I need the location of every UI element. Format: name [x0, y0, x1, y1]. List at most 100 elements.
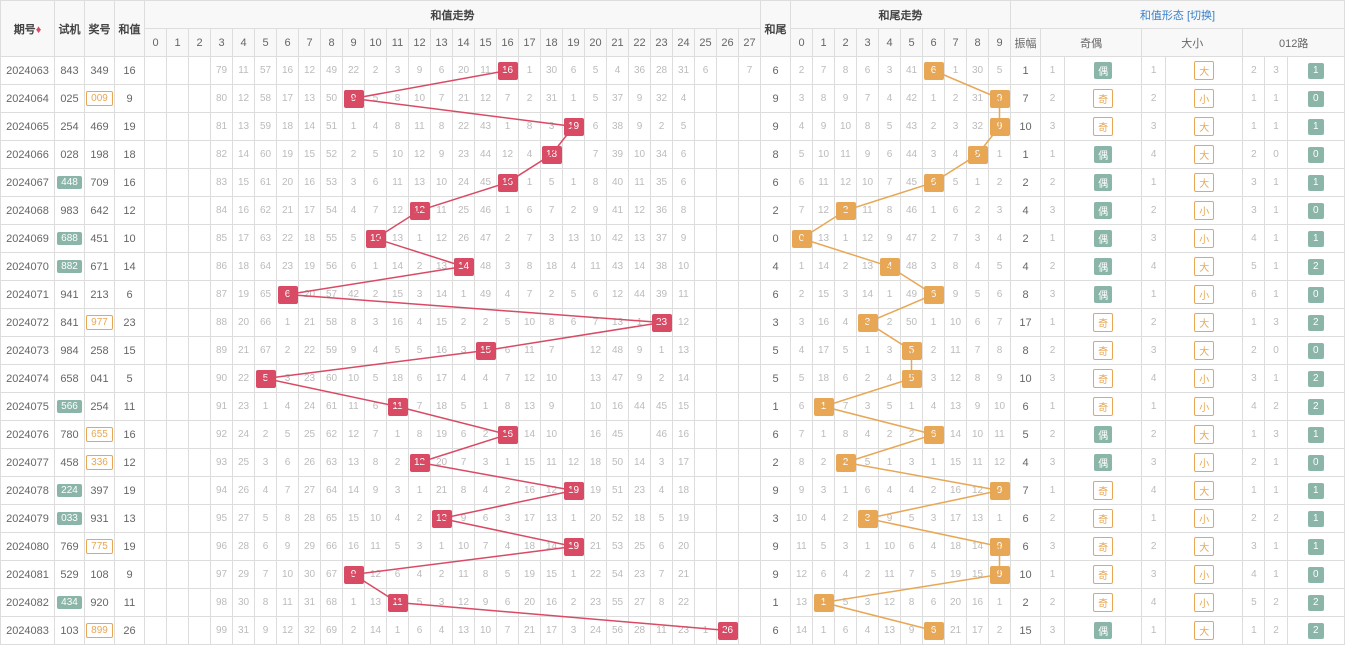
sum-cell: 6 — [365, 169, 387, 197]
cell-size-n: 3 — [1142, 337, 1166, 365]
table-row: 2024077458336129325362663138212207311511… — [1, 449, 1345, 477]
sum-cell: 83 — [211, 169, 233, 197]
sum-cell — [145, 169, 167, 197]
cell-size: 小 — [1166, 393, 1243, 421]
sum-cell: 6 — [277, 281, 299, 309]
tail-cell: 1 — [835, 225, 857, 253]
tail-cell: 3 — [923, 253, 945, 281]
sum-cell — [739, 477, 761, 505]
tail-cell: 4 — [945, 141, 967, 169]
cell-size-n: 4 — [1142, 365, 1166, 393]
sum-col-2: 2 — [189, 29, 211, 57]
sum-cell: 12 — [299, 57, 321, 85]
cell-period: 2024079 — [1, 505, 55, 533]
sum-cell: 43 — [607, 253, 629, 281]
cell-par-n: 2 — [1041, 505, 1065, 533]
sum-cell: 51 — [607, 477, 629, 505]
tail-cell: 45 — [901, 169, 923, 197]
cell-amp: 1 — [1011, 141, 1041, 169]
tail-cell: 1 — [791, 253, 813, 281]
sum-marker: 16 — [498, 62, 518, 80]
cell-size: 小 — [1166, 197, 1243, 225]
sum-cell: 7 — [497, 617, 519, 645]
sum-cell: 42 — [607, 225, 629, 253]
tail-cell: 9 — [989, 365, 1011, 393]
sum-cell: 6 — [453, 421, 475, 449]
h-period[interactable]: 期号♦ — [1, 1, 55, 57]
tail-cell: 6 — [923, 169, 945, 197]
cell-road: 0 — [1287, 449, 1344, 477]
cell-tail: 9 — [761, 113, 791, 141]
cell-par-n: 2 — [1041, 421, 1065, 449]
cell-tail: 1 — [761, 589, 791, 617]
sum-cell: 47 — [475, 225, 497, 253]
sum-cell: 5 — [563, 281, 585, 309]
sum-cell: 2 — [409, 253, 431, 281]
sum-cell: 6 — [387, 561, 409, 589]
cell-test: 780 — [55, 421, 85, 449]
parity-badge: 奇 — [1093, 117, 1113, 136]
sum-cell: 10 — [585, 393, 607, 421]
sum-cell — [695, 253, 717, 281]
tail-cell: 46 — [901, 197, 923, 225]
cell-par: 奇 — [1065, 477, 1142, 505]
tail-cell: 16 — [813, 309, 835, 337]
sum-cell — [695, 197, 717, 225]
sum-cell — [629, 421, 651, 449]
tail-cell: 3 — [901, 449, 923, 477]
parity-badge: 偶 — [1094, 258, 1112, 275]
sum-cell: 2 — [431, 561, 453, 589]
sum-cell: 62 — [255, 197, 277, 225]
sum-marker: 23 — [652, 314, 672, 332]
sum-cell — [739, 309, 761, 337]
sum-cell: 1 — [431, 533, 453, 561]
sum-cell: 4 — [475, 365, 497, 393]
sum-cell: 1 — [453, 281, 475, 309]
cell-amp: 8 — [1011, 281, 1041, 309]
sum-cell: 9 — [629, 337, 651, 365]
sum-cell: 53 — [607, 533, 629, 561]
sum-cell — [145, 589, 167, 617]
sum-cell: 3 — [563, 617, 585, 645]
switch-link[interactable]: [切换] — [1187, 10, 1215, 22]
tail-cell: 5 — [901, 505, 923, 533]
sum-cell: 1 — [497, 449, 519, 477]
parity-badge: 奇 — [1093, 89, 1113, 108]
h-amp: 振幅 — [1011, 29, 1041, 57]
parity-badge: 奇 — [1093, 537, 1113, 556]
tail-cell: 8 — [967, 365, 989, 393]
sum-cell: 14 — [629, 449, 651, 477]
cell-road: 1 — [1287, 533, 1344, 561]
sum-cell: 9 — [629, 85, 651, 113]
cell-road: 2 — [1287, 393, 1344, 421]
sum-cell: 26 — [453, 225, 475, 253]
sum-cell — [189, 85, 211, 113]
sum-cell: 12 — [277, 617, 299, 645]
cell-par-n: 3 — [1041, 281, 1065, 309]
parity-badge: 奇 — [1093, 397, 1113, 416]
cell-par-n: 3 — [1041, 533, 1065, 561]
sum-cell: 12 — [387, 197, 409, 225]
sum-cell: 32 — [651, 85, 673, 113]
sum-cell: 64 — [321, 477, 343, 505]
sum-cell: 3 — [409, 281, 431, 309]
cell-sum: 16 — [115, 169, 145, 197]
tail-cell: 3 — [791, 309, 813, 337]
tail-cell: 2 — [923, 225, 945, 253]
sum-cell — [717, 393, 739, 421]
cell-prize: 642 — [85, 197, 115, 225]
sum-cell — [189, 57, 211, 85]
sum-cell: 81 — [211, 113, 233, 141]
sum-cell: 8 — [519, 113, 541, 141]
cell-prize: 397 — [85, 477, 115, 505]
cell-par: 奇 — [1065, 505, 1142, 533]
tail-col-1: 1 — [813, 29, 835, 57]
tail-cell: 2 — [835, 197, 857, 225]
sum-cell: 82 — [211, 141, 233, 169]
sum-cell: 26 — [717, 617, 739, 645]
sum-cell: 23 — [629, 477, 651, 505]
cell-size-n: 4 — [1142, 141, 1166, 169]
tail-cell: 2 — [879, 421, 901, 449]
sum-cell: 10 — [541, 421, 563, 449]
sum-col-14: 14 — [453, 29, 475, 57]
